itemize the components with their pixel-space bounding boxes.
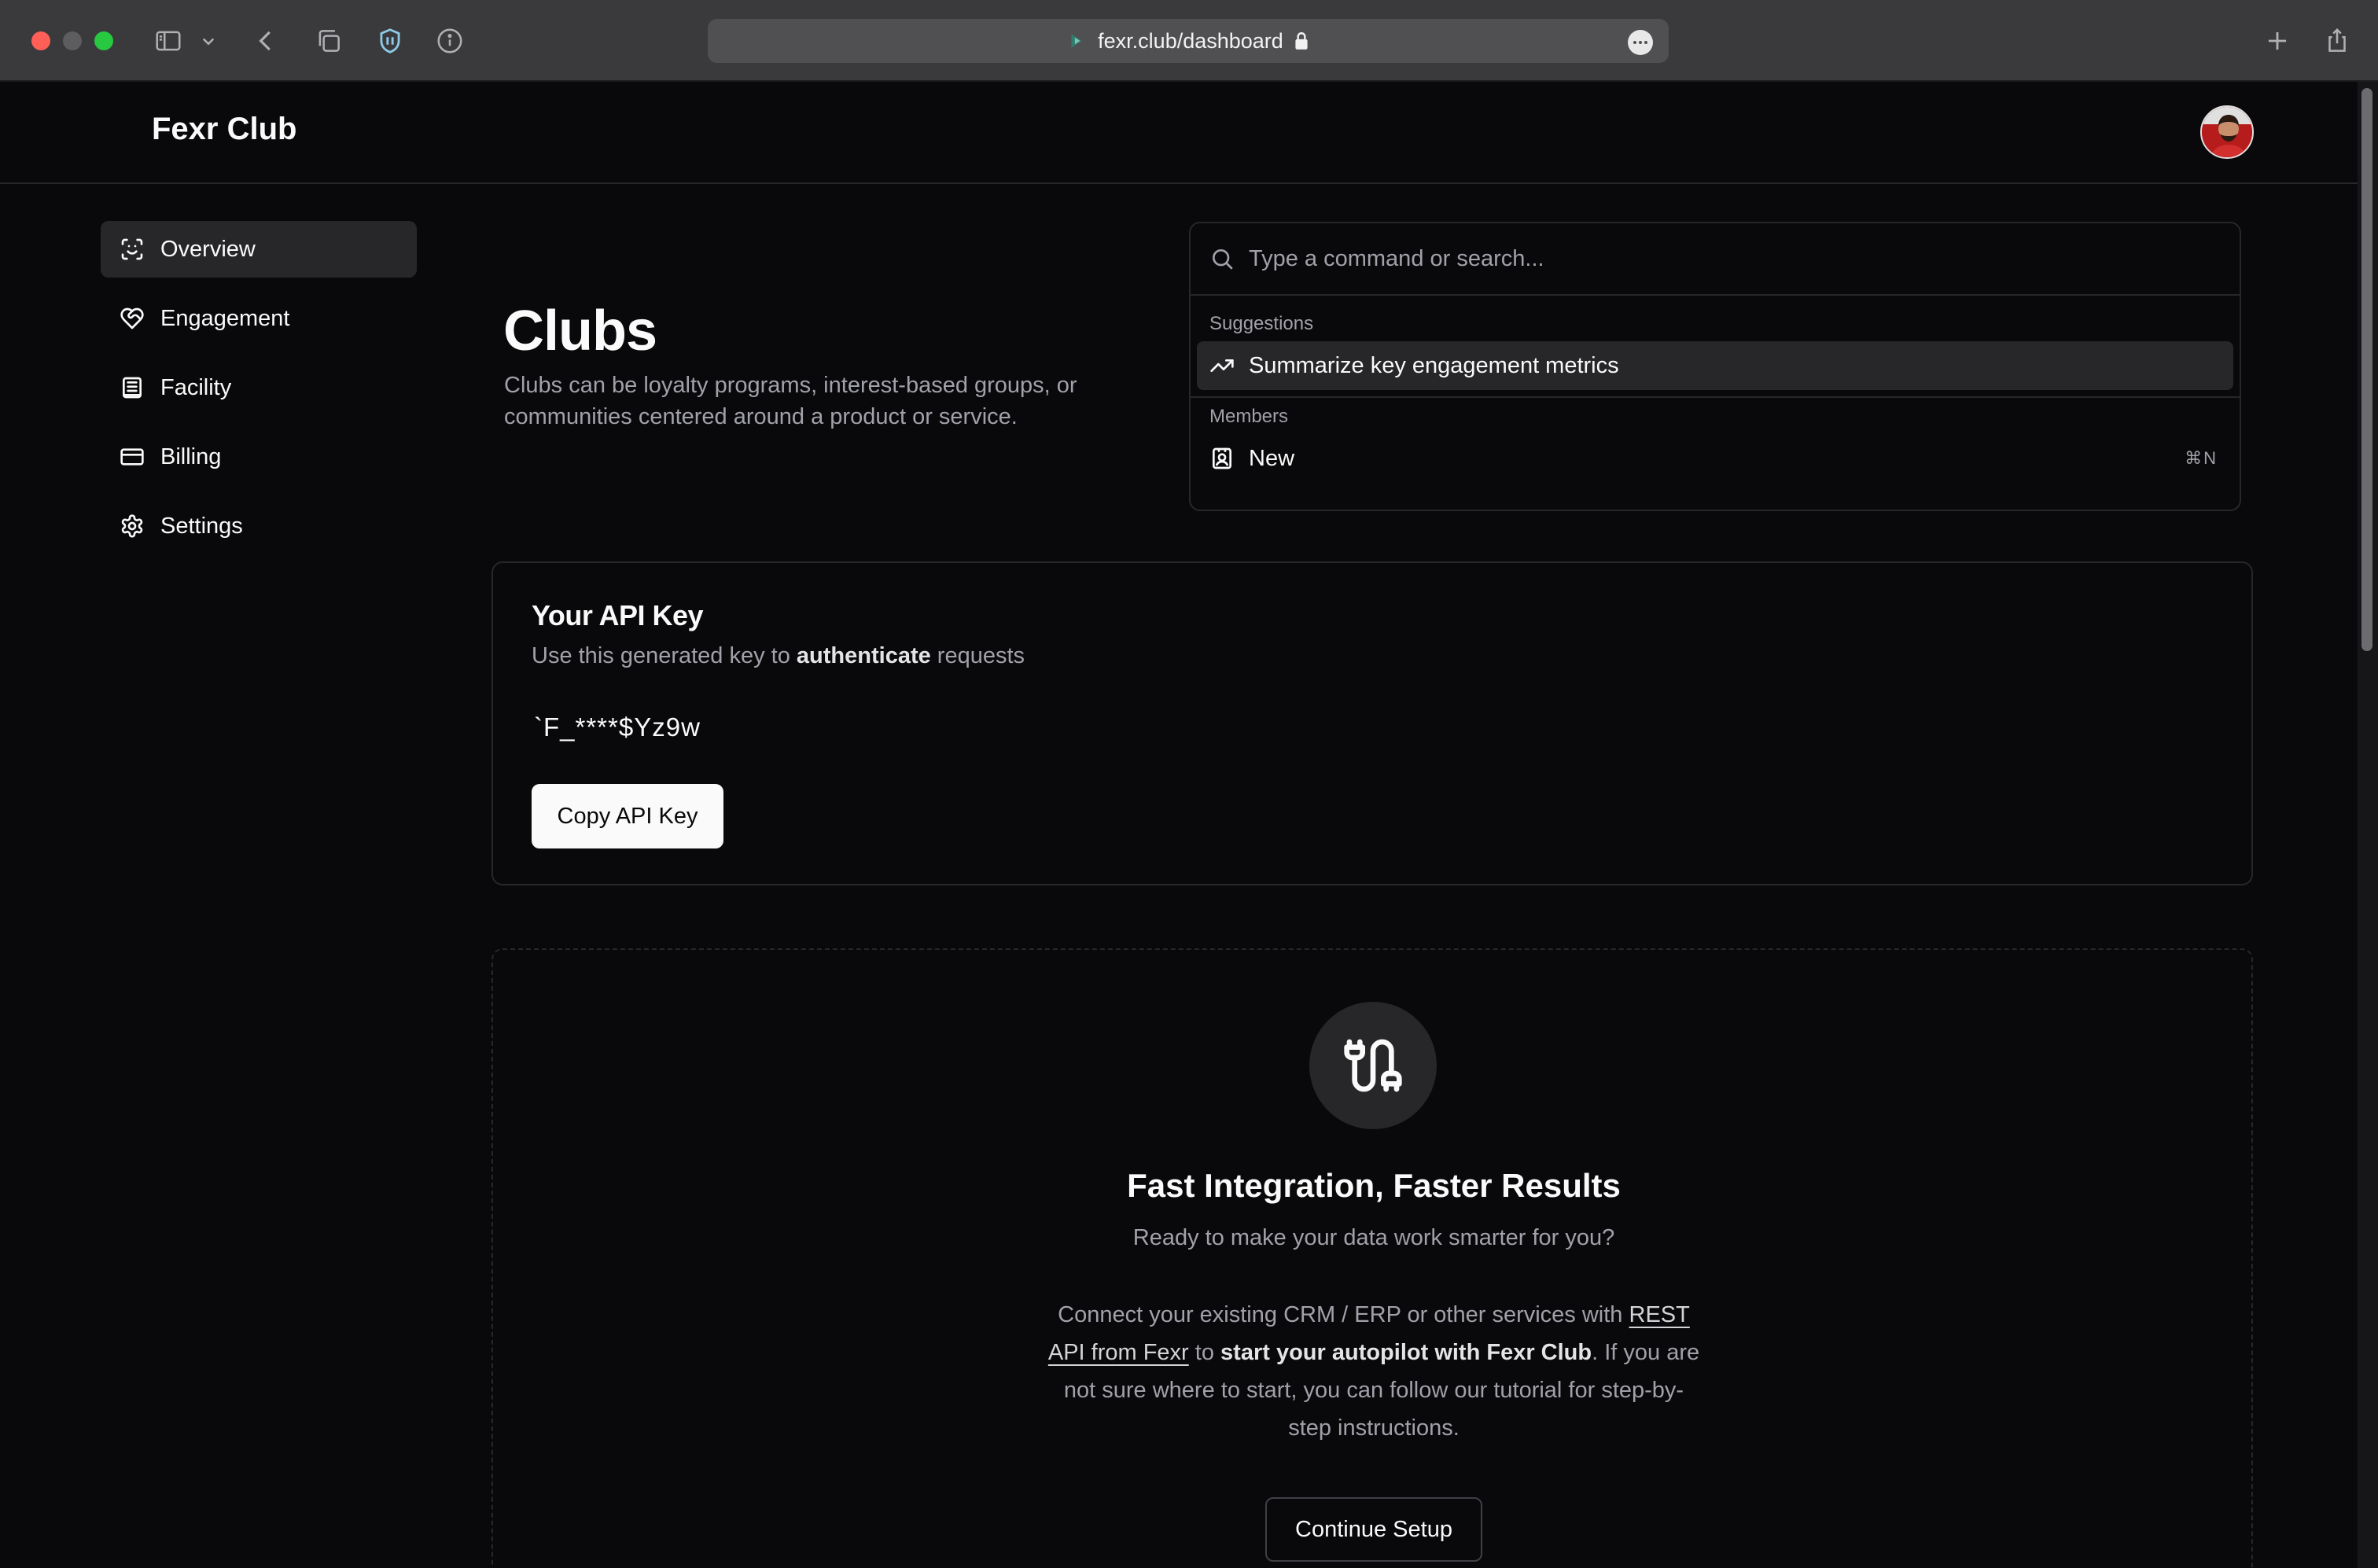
sidebar-item-label: Billing: [160, 444, 222, 469]
scan-face-icon: [121, 238, 143, 260]
api-key-subtitle-text: Use this generated key to: [532, 643, 797, 668]
api-key-title: Your API Key: [532, 599, 704, 631]
api-key-subtitle: Use this generated key to authenticate r…: [532, 643, 1025, 669]
command-group-label-members: Members: [1209, 406, 1289, 427]
lock-icon: [1295, 32, 1308, 50]
maximize-window-button[interactable]: [94, 31, 113, 50]
sidebar-item-engagement[interactable]: Engagement: [101, 290, 417, 347]
integration-body-text: Connect your existing CRM / ERP or other…: [1058, 1302, 1629, 1327]
address-url: fexr.club/dashboard: [1098, 28, 1283, 53]
back-icon[interactable]: [248, 24, 283, 58]
keyboard-shortcut: ⌘N: [2185, 448, 2218, 468]
share-icon[interactable]: [2320, 24, 2354, 58]
page-description: Clubs can be loyalty programs, interest-…: [504, 373, 1077, 429]
heart-handshake-icon: [120, 307, 144, 329]
sidebar: Overview Engagement Facility Billing Set…: [101, 221, 417, 567]
trending-up-icon: [1210, 359, 1234, 372]
api-key-subtitle-emphasis: authenticate: [796, 643, 931, 668]
continue-setup-button[interactable]: Continue Setup: [1265, 1497, 1482, 1562]
integration-title: Fast Integration, Faster Results: [1127, 1167, 1621, 1204]
integration-subtitle: Ready to make your data work smarter for…: [1132, 1225, 1615, 1250]
building-icon: [123, 377, 142, 399]
avatar[interactable]: [2200, 105, 2254, 159]
command-item-new-member[interactable]: New ⌘N: [1197, 434, 2233, 483]
command-item-label: New: [1249, 445, 1295, 471]
page-scrollbar-thumb[interactable]: [2361, 88, 2372, 651]
more-options-icon[interactable]: [1628, 30, 1653, 55]
command-search-input[interactable]: [1249, 245, 2114, 272]
sidebar-item-label: Facility: [160, 374, 232, 400]
credit-card-icon: [120, 448, 144, 466]
sidebar-toggle-icon[interactable]: [151, 24, 186, 58]
address-bar[interactable]: fexr.club/dashboard: [708, 19, 1669, 63]
sidebar-item-label: Settings: [160, 513, 243, 539]
api-key-value: `F_****$Yz9w: [534, 712, 701, 742]
brand-logo[interactable]: Fexr Club: [152, 112, 296, 147]
chevron-down-icon[interactable]: [197, 24, 220, 58]
command-palette: Suggestions Summarize key engagement met…: [1189, 222, 2241, 511]
shield-icon[interactable]: [373, 24, 407, 58]
tabs-overview-icon[interactable]: [311, 24, 346, 58]
command-item-label: Summarize key engagement metrics: [1249, 352, 1619, 378]
search-icon: [1213, 249, 1233, 270]
integration-card: Fast Integration, Faster Results Ready t…: [491, 948, 2253, 1568]
integration-body-emphasis: start your autopilot with Fexr Club: [1220, 1340, 1592, 1365]
api-key-subtitle-text: requests: [930, 643, 1025, 668]
minimize-window-button[interactable]: [63, 31, 82, 50]
close-window-button[interactable]: [31, 31, 50, 50]
integration-body: Connect your existing CRM / ERP or other…: [1044, 1296, 1704, 1447]
app-header: Fexr Club: [0, 82, 2358, 184]
command-search: [1191, 223, 2240, 296]
command-group-label-suggestions: Suggestions: [1209, 313, 1314, 334]
integration-body-text: to: [1188, 1340, 1221, 1365]
sidebar-item-settings[interactable]: Settings: [101, 498, 417, 554]
page-title: Clubs: [503, 300, 657, 363]
sidebar-item-overview[interactable]: Overview: [101, 221, 417, 278]
command-item-summarize-engagement[interactable]: Summarize key engagement metrics: [1197, 341, 2233, 390]
contact-icon: [1213, 447, 1231, 469]
sidebar-item-label: Engagement: [160, 305, 290, 331]
sidebar-item-label: Overview: [160, 236, 256, 262]
cable-icon: [1309, 1002, 1437, 1129]
info-icon[interactable]: [433, 24, 467, 58]
new-tab-icon[interactable]: [2260, 24, 2295, 58]
api-key-card: Your API Key Use this generated key to a…: [491, 561, 2253, 885]
gear-icon: [121, 514, 143, 538]
sidebar-item-facility[interactable]: Facility: [101, 359, 417, 416]
site-favicon-icon: [1071, 34, 1082, 48]
sidebar-item-billing[interactable]: Billing: [101, 429, 417, 485]
copy-api-key-button[interactable]: Copy API Key: [532, 784, 723, 848]
browser-toolbar: fexr.club/dashboard: [0, 0, 2378, 82]
